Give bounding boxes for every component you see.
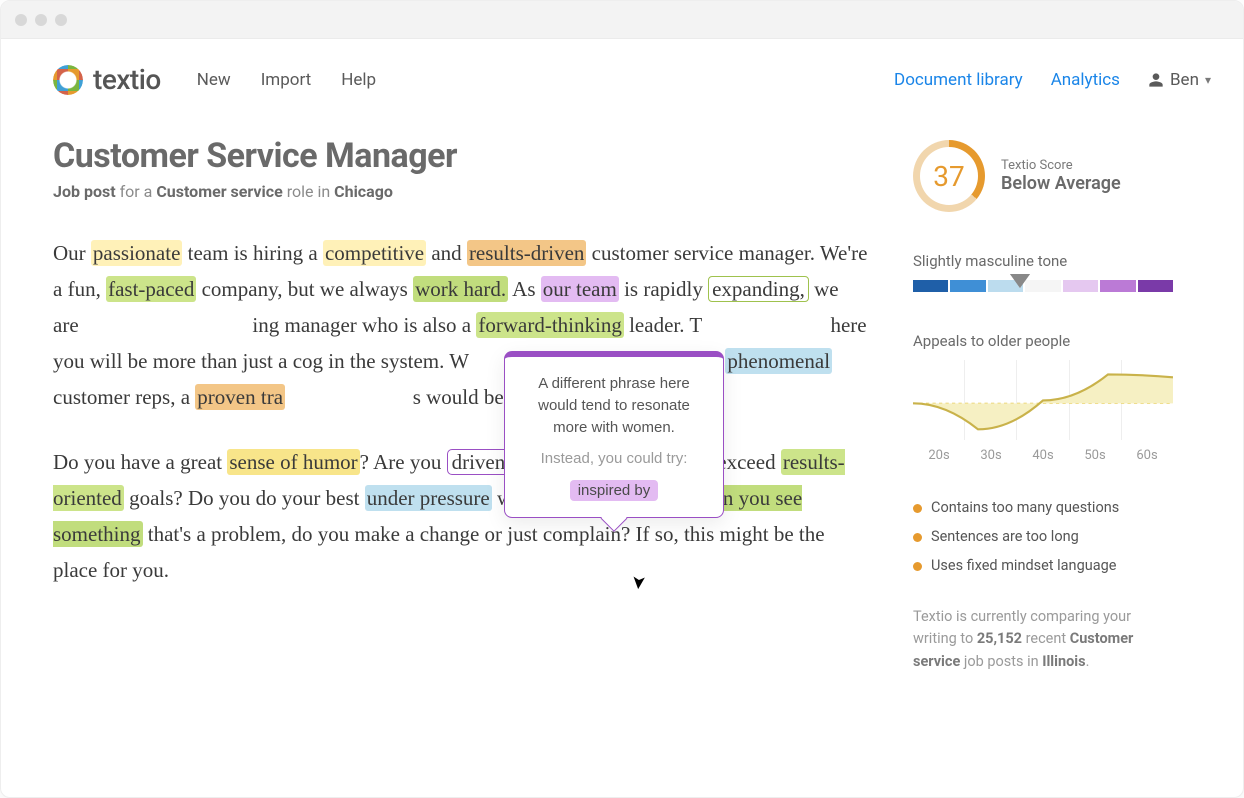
editor-pane[interactable]: Customer Service Manager Job post for a … [53, 126, 913, 760]
menu-help[interactable]: Help [341, 70, 376, 90]
score-ring: 37 [913, 140, 985, 212]
hl-under-pressure[interactable]: under pressure [365, 485, 492, 511]
menu-new[interactable]: New [197, 70, 231, 90]
subtitle-role: Customer service [156, 182, 282, 201]
age-curve-icon [913, 360, 1173, 447]
issue-item[interactable]: Sentences are too long [913, 522, 1173, 551]
hl-forward-thinking[interactable]: forward-thinking [476, 312, 623, 338]
tone-meter[interactable] [913, 280, 1173, 292]
hl-work-hard[interactable]: work hard. [413, 276, 508, 302]
window-dot-min[interactable] [35, 14, 47, 26]
logo-ring-icon [53, 65, 83, 95]
paragraph-2[interactable]: Do you have a great sense of humor? Are … [53, 444, 869, 588]
hl-fast-paced[interactable]: fast-paced [106, 276, 196, 302]
age-chart [913, 360, 1173, 440]
window-dot-max[interactable] [55, 14, 67, 26]
age-title: Appeals to older people [913, 332, 1173, 350]
nav-document-library[interactable]: Document library [894, 70, 1023, 90]
window-titlebar [1, 1, 1243, 39]
issue-list: Contains too many questionsSentences are… [913, 493, 1173, 580]
hl-phenomenal[interactable]: phenomenal [725, 348, 832, 374]
cursor-icon: ➤ [627, 574, 649, 591]
doc-subtitle: Job post for a Customer service role in … [53, 182, 869, 201]
hl-passionate[interactable]: passionate [91, 240, 182, 266]
tooltip-suggestion[interactable]: inspired by [570, 480, 659, 501]
app-logo[interactable]: textio [53, 63, 161, 96]
issue-item[interactable]: Uses fixed mindset language [913, 551, 1173, 580]
subtitle-city: Chicago [334, 182, 393, 201]
chevron-down-icon: ▾ [1205, 73, 1211, 87]
logo-text: textio [93, 63, 161, 96]
tooltip-hint: Instead, you could try: [519, 448, 709, 470]
score-value: 37 [933, 160, 964, 193]
age-labels: 20s30s40s50s60s [913, 448, 1173, 463]
user-icon [1148, 72, 1164, 88]
score-label: Textio Score [1001, 158, 1121, 173]
menu-import[interactable]: Import [261, 70, 312, 90]
suggestion-tooltip[interactable]: A different phrase here would tend to re… [504, 351, 724, 518]
hl-expanding[interactable]: expanding, [708, 276, 809, 302]
sidebar: 37 Textio Score Below Average Slightly m… [913, 126, 1173, 760]
score-panel[interactable]: 37 Textio Score Below Average [913, 140, 1173, 212]
window-dot-close[interactable] [15, 14, 27, 26]
hl-sense-of-humor[interactable]: sense of humor [227, 449, 359, 475]
issue-item[interactable]: Contains too many questions [913, 493, 1173, 522]
compare-count: 25,152 [977, 630, 1022, 647]
user-menu[interactable]: Ben ▾ [1148, 70, 1211, 90]
topbar: textio New Import Help Document library … [1, 39, 1243, 106]
app-window: textio New Import Help Document library … [0, 0, 1244, 798]
hl-our-team[interactable]: our team [541, 276, 619, 302]
doc-body[interactable]: Our passionate team is hiring a competit… [53, 235, 869, 588]
paragraph-1[interactable]: Our passionate team is hiring a competit… [53, 235, 869, 416]
hl-competitive[interactable]: competitive [323, 240, 426, 266]
compare-region: Illinois [1042, 653, 1085, 670]
hl-proven-track[interactable]: proven tra [195, 384, 285, 410]
doc-title[interactable]: Customer Service Manager [53, 136, 869, 176]
nav-analytics[interactable]: Analytics [1051, 70, 1120, 90]
subtitle-jobpost: Job post [53, 182, 116, 201]
score-rating: Below Average [1001, 173, 1121, 194]
main-menu: New Import Help [197, 70, 376, 90]
tooltip-message: A different phrase here would tend to re… [519, 373, 709, 438]
user-name: Ben [1170, 70, 1199, 90]
tone-title: Slightly masculine tone [913, 252, 1173, 270]
hl-results-driven[interactable]: results-driven [467, 240, 586, 266]
comparison-text: Textio is currently comparing your writi… [913, 606, 1173, 673]
